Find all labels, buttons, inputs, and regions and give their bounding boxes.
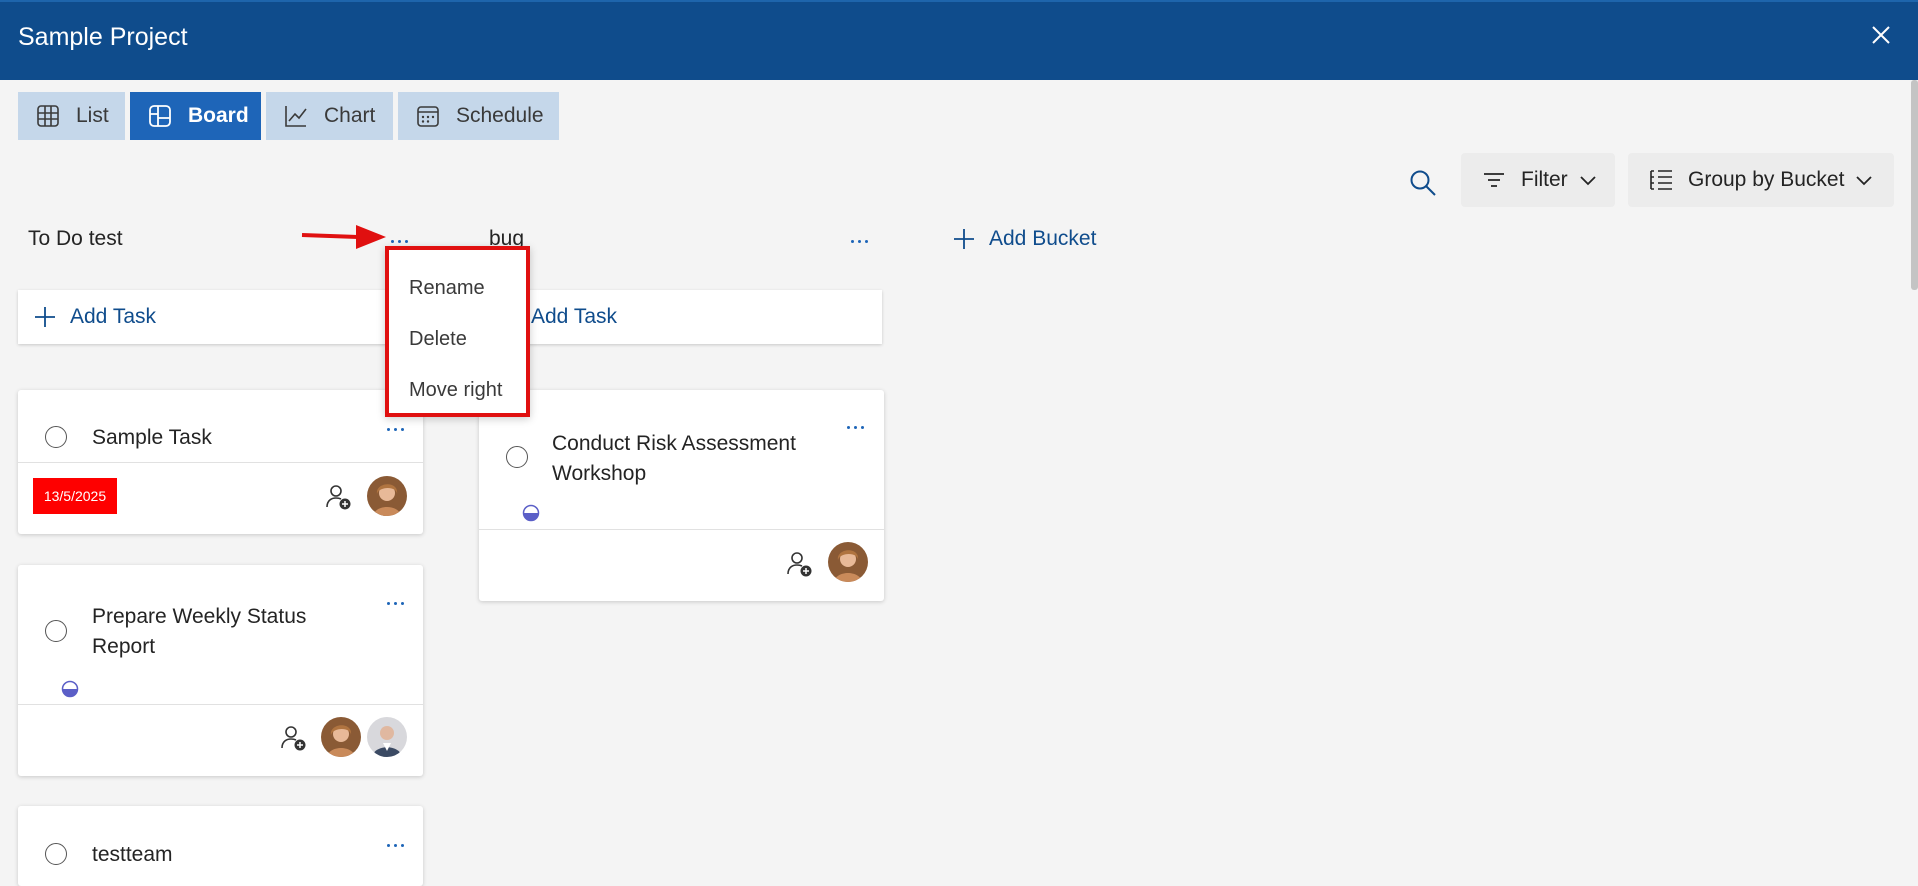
complete-task-checkbox[interactable] [45, 426, 67, 448]
menu-item-rename[interactable]: Rename [409, 277, 485, 300]
add-task-label: Add Task [531, 305, 617, 328]
task-more-options-button[interactable] [385, 837, 415, 851]
avatar [367, 717, 407, 757]
list-icon [1650, 170, 1672, 190]
tab-list[interactable]: List [18, 92, 125, 140]
complete-task-checkbox[interactable] [45, 843, 67, 865]
divider [18, 462, 423, 463]
filter-label: Filter [1521, 168, 1568, 191]
avatar [321, 717, 361, 757]
menu-item-delete[interactable]: Delete [409, 328, 467, 351]
in-progress-icon [61, 680, 79, 698]
app-header [0, 0, 1918, 80]
task-more-options-button[interactable] [385, 595, 415, 609]
chevron-down-icon [1856, 176, 1873, 186]
task-card[interactable] [18, 806, 423, 886]
calendar-icon [417, 106, 439, 127]
menu-item-move-right[interactable]: Move right [409, 379, 502, 402]
bucket-title: To Do test [28, 227, 123, 250]
task-card[interactable] [18, 565, 423, 776]
assign-user-icon[interactable] [280, 724, 308, 752]
search-icon[interactable] [1408, 168, 1438, 198]
group-by-label: Group by Bucket [1688, 168, 1845, 191]
add-task-button[interactable]: Add Task [18, 290, 423, 344]
tab-list-label: List [76, 104, 109, 127]
due-date-badge: 13/5/2025 [33, 478, 117, 514]
add-bucket-label: Add Bucket [989, 227, 1097, 250]
task-more-options-button[interactable] [385, 421, 415, 435]
tab-board-label: Board [188, 104, 249, 127]
add-task-label: Add Task [70, 305, 156, 328]
bucket-more-options-button[interactable] [389, 233, 419, 247]
plus-icon [35, 307, 55, 327]
task-title: testteam [92, 843, 173, 866]
tab-board[interactable]: Board [130, 92, 261, 140]
close-icon[interactable] [1866, 20, 1896, 50]
assign-user-icon[interactable] [786, 550, 814, 578]
chevron-down-icon [1580, 176, 1596, 186]
red-arrow-annotation [301, 225, 386, 249]
scrollbar-thumb[interactable] [1911, 80, 1918, 290]
task-title: Sample Task [92, 426, 212, 449]
filter-icon [1484, 173, 1504, 187]
tab-chart-label: Chart [324, 104, 376, 127]
add-task-button[interactable]: Add Task [479, 290, 882, 344]
add-bucket-button[interactable]: Add Bucket [953, 227, 1096, 251]
bucket-context-menu: Rename Delete Move right [385, 246, 530, 417]
in-progress-icon [522, 504, 540, 522]
board-icon [149, 105, 171, 127]
tab-chart[interactable]: Chart [266, 92, 393, 140]
divider [18, 704, 423, 705]
bucket-more-options-button[interactable] [849, 233, 879, 247]
tab-schedule-label: Schedule [456, 104, 544, 127]
task-card[interactable] [479, 390, 884, 601]
avatar [828, 542, 868, 582]
plus-icon [954, 229, 974, 249]
assign-user-icon[interactable] [325, 483, 353, 511]
complete-task-checkbox[interactable] [45, 620, 67, 642]
task-more-options-button[interactable] [845, 419, 875, 433]
chart-icon [285, 106, 307, 127]
divider [479, 529, 884, 530]
task-title: Prepare Weekly Status Report [92, 605, 307, 658]
window-title: Sample Project [18, 23, 188, 51]
complete-task-checkbox[interactable] [506, 446, 528, 468]
group-by-bucket-button[interactable]: Group by Bucket [1628, 153, 1894, 207]
tab-schedule[interactable]: Schedule [398, 92, 559, 140]
avatar [367, 476, 407, 516]
grid-icon [37, 105, 59, 127]
filter-button[interactable]: Filter [1461, 153, 1615, 207]
task-title: Conduct Risk Assessment Workshop [552, 432, 796, 485]
